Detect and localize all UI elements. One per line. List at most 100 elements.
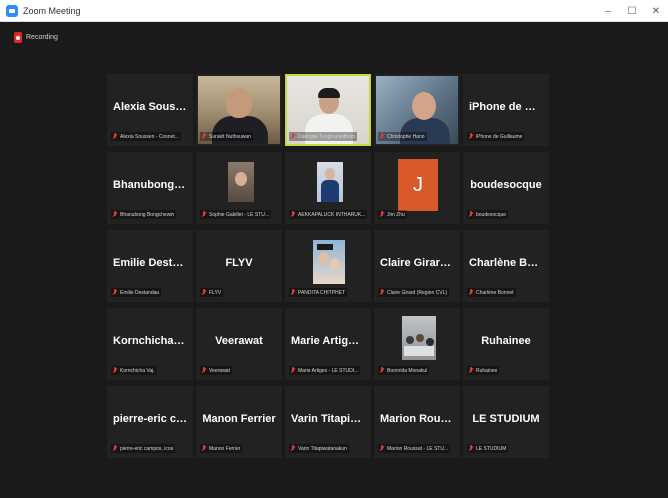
mic-muted-icon	[113, 133, 117, 140]
participant-display-name: Emilie Destandau	[113, 257, 187, 269]
mic-muted-icon	[202, 211, 206, 218]
window-title: Zoom Meeting	[23, 5, 81, 16]
participant-display-name: Charlène Bonnet	[469, 257, 543, 269]
mic-muted-icon	[380, 211, 384, 218]
recording-label: Recording	[26, 34, 58, 41]
participant-name-label: Christophe Hano	[387, 133, 425, 140]
mic-muted-icon	[291, 211, 295, 218]
participant-video	[228, 162, 254, 202]
participant-tile[interactable]: Marie Artiges -... Marie Artiges - LE STU…	[285, 308, 371, 380]
maximize-button[interactable]: ☐	[620, 0, 644, 22]
participant-tile[interactable]: boudesocque boudesocque	[463, 152, 549, 224]
participant-nameplate: Manon Ferrier	[200, 444, 243, 453]
participant-nameplate: Sophie Gabillet - LE STU...	[200, 210, 272, 219]
participant-name-label: Charlène Bonnet	[476, 289, 514, 296]
mic-muted-icon	[469, 445, 473, 452]
participant-video	[402, 316, 436, 360]
participant-tile[interactable]: Surakit Nuthsuwan	[196, 74, 282, 146]
mic-muted-icon	[469, 367, 473, 374]
minimize-button[interactable]: –	[596, 0, 620, 22]
recording-indicator[interactable]: Recording	[14, 32, 58, 43]
participant-name-label: Marie Artiges - LE STUDI...	[298, 367, 359, 374]
recording-icon	[14, 32, 22, 43]
mic-muted-icon	[380, 289, 384, 296]
mic-muted-icon	[291, 133, 295, 140]
participant-tile[interactable]: Christophe Hano	[374, 74, 460, 146]
participant-nameplate: Surakit Nuthsuwan	[200, 132, 253, 141]
participant-tile[interactable]: Alexia Soussen... Alexia Soussen - Cosnet…	[107, 74, 193, 146]
participant-nameplate: Jim Zhu	[378, 210, 407, 219]
participant-display-name: Kornchicha Vaj.	[113, 335, 187, 347]
participant-tile[interactable]: PANDITA CHITPHET	[285, 230, 371, 302]
participant-display-name: FLYV	[225, 257, 253, 269]
participant-nameplate: boudesocque	[467, 210, 509, 219]
participant-tile[interactable]: iPhone de Guill... iPhone de Guillaume	[463, 74, 549, 146]
participant-name-label: Marion Roussat - LE STU...	[387, 445, 449, 452]
participant-tile[interactable]: Marion Roussat... Marion Roussat - LE STU…	[374, 386, 460, 458]
participant-name-label: Alexia Soussen - Cosnet...	[120, 133, 179, 140]
participant-nameplate: Varin Titapiwatanakun	[289, 444, 349, 453]
participant-tile[interactable]: Emilie Destandau Emilie Destandau	[107, 230, 193, 302]
participant-nameplate: Ruhainee	[467, 366, 500, 375]
participant-nameplate: PANDITA CHITPHET	[289, 288, 348, 297]
participant-name-label: Emilie Destandau	[120, 289, 160, 296]
participant-display-name: pierre-eric cam...	[113, 413, 187, 425]
participant-video	[313, 240, 345, 284]
mic-muted-icon	[469, 211, 473, 218]
participant-tile[interactable]: AEKKAPALUCK INTHARUK...	[285, 152, 371, 224]
mic-muted-icon	[202, 367, 206, 374]
participant-tile[interactable]: Varin Titapiwat... Varin Titapiwatanakun	[285, 386, 371, 458]
mic-muted-icon	[469, 133, 473, 140]
participant-name-label: Bhanubong Bongchewin	[120, 211, 175, 218]
mic-muted-icon	[291, 289, 295, 296]
participant-display-name: Alexia Soussen...	[113, 101, 187, 113]
window-titlebar: Zoom Meeting – ☐ ✕	[0, 0, 668, 22]
participant-name-label: iPhone de Guillaume	[476, 133, 523, 140]
participant-tile[interactable]: Charlène Bonnet Charlène Bonnet	[463, 230, 549, 302]
participant-nameplate: Marion Roussat - LE STU...	[378, 444, 451, 453]
participant-tile[interactable]: Sophie Gabillet - LE STU...	[196, 152, 282, 224]
gallery-grid: Alexia Soussen... Alexia Soussen - Cosnet…	[107, 74, 552, 458]
participant-name-label: Sophie Gabillet - LE STU...	[209, 211, 270, 218]
participant-tile[interactable]: Duangjai Tungmuninthum	[285, 74, 371, 146]
participant-name-label: PANDITA CHITPHET	[298, 289, 346, 296]
mic-muted-icon	[291, 367, 295, 374]
participant-tile[interactable]: Bhanubong Bo... Bhanubong Bongchewin	[107, 152, 193, 224]
participant-name-label: boudesocque	[476, 211, 507, 218]
participant-nameplate: Bhanubong Bongchewin	[111, 210, 177, 219]
mic-muted-icon	[202, 289, 206, 296]
mic-muted-icon	[380, 133, 384, 140]
participant-tile[interactable]: J Jim Zhu	[374, 152, 460, 224]
participant-tile[interactable]: Boonrida Monakul	[374, 308, 460, 380]
close-button[interactable]: ✕	[644, 0, 668, 22]
participant-display-name: iPhone de Guill...	[469, 101, 543, 113]
participant-tile[interactable]: FLYV FLYV	[196, 230, 282, 302]
mic-muted-icon	[202, 133, 206, 140]
participant-tile[interactable]: Manon Ferrier Manon Ferrier	[196, 386, 282, 458]
participant-name-label: pierre-eric campos, icoa	[120, 445, 174, 452]
participant-display-name: Bhanubong Bo...	[113, 179, 187, 191]
participant-name-label: Kornchicha Vaj.	[120, 367, 155, 374]
mic-muted-icon	[113, 211, 117, 218]
participant-nameplate: Christophe Hano	[378, 132, 427, 141]
participant-display-name: Veerawat	[215, 335, 263, 347]
participant-tile[interactable]: LE STUDIUM LE STUDIUM	[463, 386, 549, 458]
participant-nameplate: Duangjai Tungmuninthum	[289, 132, 357, 141]
participant-display-name: Claire Girard (R...	[380, 257, 454, 269]
mic-muted-icon	[202, 445, 206, 452]
participant-tile[interactable]: Claire Girard (R... Claire Girard (Region…	[374, 230, 460, 302]
participant-tile[interactable]: Kornchicha Vaj. Kornchicha Vaj.	[107, 308, 193, 380]
meeting-area: Recording Alexia Soussen...Alexia Sousse…	[0, 22, 668, 498]
participant-avatar: J	[398, 159, 438, 211]
mic-muted-icon	[380, 445, 384, 452]
participant-nameplate: iPhone de Guillaume	[467, 132, 525, 141]
participant-tile[interactable]: pierre-eric cam... pierre-eric campos, ic…	[107, 386, 193, 458]
participant-display-name: boudesocque	[470, 179, 542, 191]
participant-name-label: AEKKAPALUCK INTHARUK...	[298, 211, 366, 218]
participant-name-label: Duangjai Tungmuninthum	[298, 133, 355, 140]
participant-name-label: Manon Ferrier	[209, 445, 241, 452]
participant-nameplate: Claire Girard (Region CVL)	[378, 288, 450, 297]
mic-muted-icon	[113, 289, 117, 296]
participant-tile[interactable]: Ruhainee Ruhainee	[463, 308, 549, 380]
participant-tile[interactable]: Veerawat Veerawat	[196, 308, 282, 380]
